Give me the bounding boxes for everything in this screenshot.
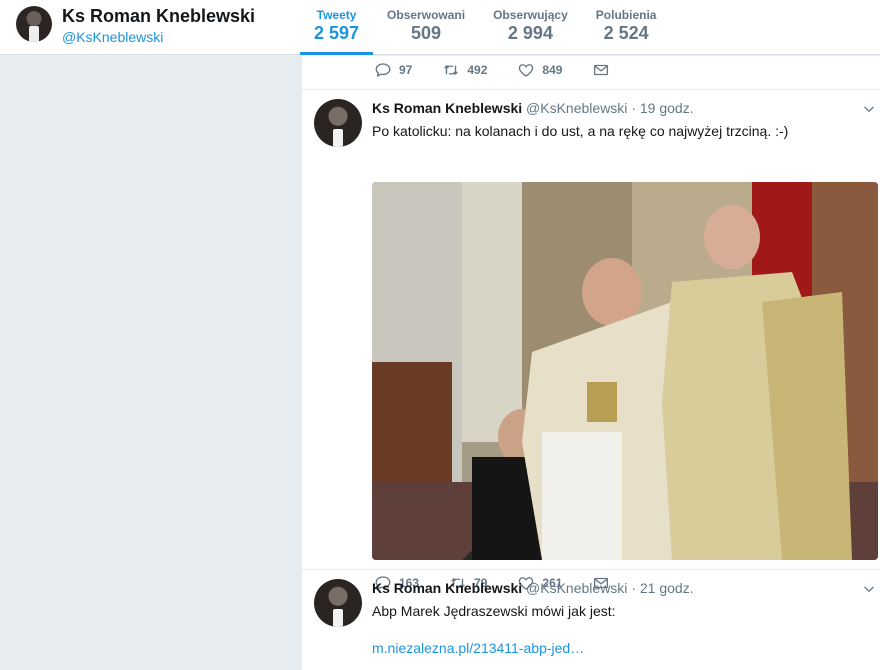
tweet-timestamp[interactable]: 19 godz. bbox=[640, 100, 694, 116]
nav-tab-count: 509 bbox=[411, 23, 442, 43]
tweet-photo[interactable] bbox=[372, 182, 878, 560]
nav-tab-count: 2 994 bbox=[507, 23, 553, 43]
envelope-icon bbox=[594, 64, 609, 76]
nav-tab-label: Tweety bbox=[316, 8, 357, 22]
nav-tab-following[interactable]: Obserwowani 509 bbox=[373, 0, 479, 55]
tweet-link[interactable]: m.niezalezna.pl/213411-abp-jed… bbox=[372, 640, 584, 656]
tweet-author-handle[interactable]: @KsKneblewski bbox=[526, 100, 627, 116]
nav-tab-followers[interactable]: Obserwujący 2 994 bbox=[479, 0, 582, 55]
retweet-button[interactable]: 492 bbox=[442, 61, 487, 79]
profile-avatar[interactable] bbox=[16, 6, 52, 42]
profile-handle[interactable]: @KsKneblewski bbox=[62, 29, 163, 45]
avatar[interactable] bbox=[314, 579, 362, 627]
reply-count: 97 bbox=[399, 63, 413, 77]
like-count: 849 bbox=[542, 63, 563, 77]
tweet-header: Ks Roman Kneblewski @KsKneblewski · 21 g… bbox=[372, 580, 694, 596]
retweet-icon bbox=[444, 65, 459, 75]
nav-tab-count: 2 597 bbox=[314, 23, 360, 43]
retweet-count: 492 bbox=[467, 63, 488, 77]
profile-navbar: Ks Roman Kneblewski @KsKneblewski Tweety… bbox=[0, 0, 880, 55]
tweet[interactable]: Ks Roman Kneblewski @KsKneblewski · 21 g… bbox=[302, 569, 880, 670]
separator-dot: · bbox=[631, 580, 636, 596]
tweet-text: Abp Marek Jędraszewski mówi jak jest: bbox=[372, 603, 616, 619]
tweet-author-name[interactable]: Ks Roman Kneblewski bbox=[372, 100, 522, 116]
heart-icon bbox=[519, 64, 534, 77]
profile-name[interactable]: Ks Roman Kneblewski bbox=[62, 6, 255, 27]
nav-tab-tweets[interactable]: Tweety 2 597 bbox=[300, 0, 374, 55]
chevron-down-icon[interactable] bbox=[862, 582, 876, 596]
nav-tab-label: Polubienia bbox=[595, 8, 657, 22]
prev-tweet-actions: 97 492 849 bbox=[374, 57, 640, 83]
tweet-author-name[interactable]: Ks Roman Kneblewski bbox=[372, 580, 522, 596]
tweet-author-handle[interactable]: @KsKneblewski bbox=[526, 580, 627, 596]
profile-stats-nav: Tweety 2 597 Obserwowani 509 Obserwujący… bbox=[300, 0, 670, 55]
tweet-timestamp[interactable]: 21 godz. bbox=[640, 580, 694, 596]
chevron-down-icon[interactable] bbox=[862, 102, 876, 116]
photo-content bbox=[372, 182, 878, 560]
avatar[interactable] bbox=[314, 99, 362, 147]
nav-tab-count: 2 524 bbox=[603, 23, 649, 43]
tweet-text: Po katolicku: na kolanach i do ust, a na… bbox=[372, 123, 789, 139]
like-button[interactable]: 849 bbox=[517, 61, 562, 79]
tweet-header: Ks Roman Kneblewski @KsKneblewski · 19 g… bbox=[372, 100, 694, 116]
nav-tab-label: Obserwujący bbox=[493, 8, 568, 22]
reply-icon bbox=[375, 63, 391, 77]
tweet[interactable]: Ks Roman Kneblewski @KsKneblewski · 19 g… bbox=[302, 89, 880, 590]
nav-tab-label: Obserwowani bbox=[387, 8, 466, 22]
reply-button[interactable]: 97 bbox=[374, 61, 412, 79]
direct-message-button[interactable] bbox=[592, 61, 610, 79]
separator-dot: · bbox=[631, 100, 636, 116]
nav-tab-likes[interactable]: Polubienia 2 524 bbox=[582, 0, 671, 55]
timeline: 97 492 849 Ks Roman Kneblewski @KsKneble… bbox=[302, 56, 880, 670]
